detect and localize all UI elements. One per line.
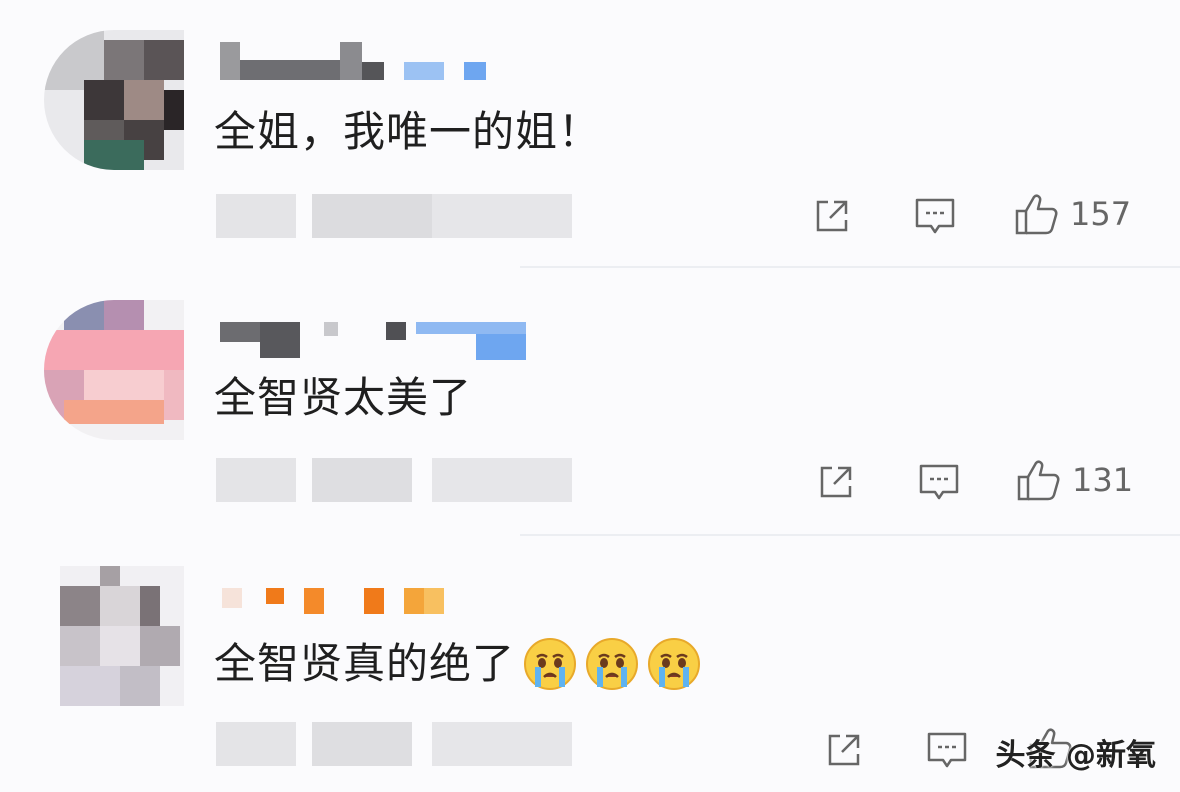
comment-text: 全姐，我唯一的姐！ bbox=[214, 107, 602, 156]
avatar[interactable] bbox=[60, 566, 184, 706]
like-count: 157 bbox=[1070, 195, 1132, 233]
watermark: 头条 @新氧 bbox=[995, 738, 1156, 773]
crying-emoji-icon bbox=[586, 638, 639, 690]
like-button[interactable]: 157 bbox=[1014, 192, 1131, 236]
reply-button[interactable] bbox=[918, 462, 960, 502]
comment-icon bbox=[927, 732, 967, 768]
comment-text: 全智贤太美了 bbox=[214, 373, 473, 422]
comment-text: 全智贤真的绝了 bbox=[214, 634, 701, 694]
share-icon bbox=[820, 466, 852, 498]
like-icon bbox=[1015, 194, 1058, 235]
comment-item: 全智贤太美了 131 bbox=[0, 268, 1180, 536]
avatar[interactable] bbox=[44, 300, 184, 440]
crying-emoji-icon bbox=[524, 638, 577, 690]
share-icon bbox=[828, 734, 860, 766]
comment-meta bbox=[216, 722, 576, 766]
like-count: 131 bbox=[1072, 461, 1134, 499]
reply-button[interactable] bbox=[914, 196, 956, 236]
comment-icon bbox=[919, 464, 959, 500]
share-icon bbox=[816, 200, 848, 232]
username[interactable] bbox=[220, 42, 490, 82]
username[interactable] bbox=[222, 588, 452, 628]
share-button[interactable] bbox=[812, 196, 852, 236]
comment-item: 全姐，我唯一的姐！ 157 bbox=[0, 0, 1180, 268]
like-icon bbox=[1017, 460, 1060, 501]
reply-button[interactable] bbox=[926, 730, 968, 770]
comment-meta bbox=[216, 194, 576, 238]
avatar[interactable] bbox=[44, 30, 184, 170]
crying-emoji-icon bbox=[648, 638, 701, 690]
share-button[interactable] bbox=[824, 730, 864, 770]
like-button[interactable]: 131 bbox=[1016, 458, 1133, 502]
comment-meta bbox=[216, 458, 576, 502]
comment-icon bbox=[915, 198, 955, 234]
share-button[interactable] bbox=[816, 462, 856, 502]
username[interactable] bbox=[220, 322, 530, 362]
